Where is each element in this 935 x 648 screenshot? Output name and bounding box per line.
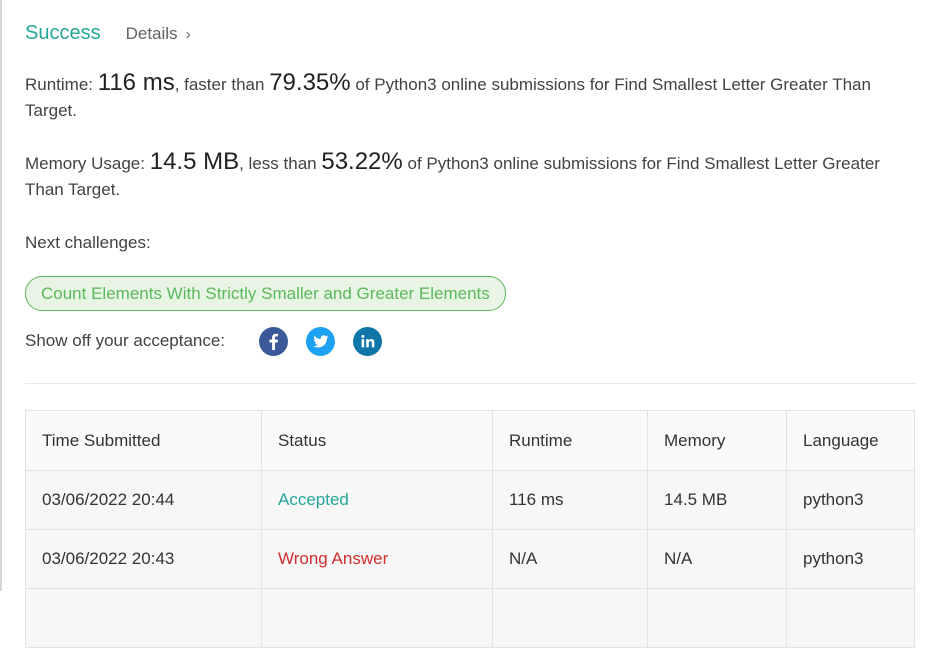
runtime-label: Runtime: (25, 75, 94, 94)
column-header-language: Language (786, 410, 915, 471)
runtime-sep: , faster than (174, 75, 265, 94)
memory-percent: 53.22% (321, 148, 403, 175)
section-divider (25, 383, 916, 384)
table-header-row: Time Submitted Status Runtime Memory Lan… (25, 410, 915, 471)
cell-memory: 14.5 MB (647, 470, 787, 530)
runtime-percent: 79.35% (269, 69, 351, 96)
column-header-memory: Memory (647, 410, 787, 471)
linkedin-icon[interactable] (353, 326, 383, 356)
status-link-wrong-answer[interactable]: Wrong Answer (278, 549, 388, 568)
result-status: Success (25, 22, 101, 44)
next-challenges-label: Next challenges: (25, 233, 151, 252)
column-header-runtime: Runtime (492, 410, 648, 471)
status-link-accepted[interactable]: Accepted (278, 490, 349, 509)
runtime-stat: Runtime: 116 ms, faster than 79.35% of P… (25, 70, 916, 124)
share-row: Show off your acceptance: (25, 326, 400, 356)
cell-time: 03/06/2022 20:43 (25, 529, 262, 589)
cell-language: python3 (786, 470, 915, 530)
left-border (0, 0, 2, 591)
details-link[interactable]: Details › (126, 24, 191, 44)
memory-sep: , less than (239, 154, 317, 173)
chevron-right-icon: › (185, 26, 191, 43)
cell-status: Wrong Answer (261, 529, 493, 589)
memory-value: 14.5 MB (149, 148, 240, 175)
cell-memory: N/A (647, 529, 787, 589)
details-label: Details (125, 24, 178, 43)
column-header-time: Time Submitted (25, 410, 262, 471)
runtime-value: 116 ms (97, 69, 175, 96)
memory-stat: Memory Usage: 14.5 MB, less than 53.22% … (25, 149, 916, 203)
cell-language: python3 (786, 529, 915, 589)
next-challenge-link[interactable]: Count Elements With Strictly Smaller and… (25, 276, 506, 311)
twitter-icon[interactable] (306, 326, 336, 356)
column-header-status: Status (261, 410, 493, 471)
cell-runtime: 116 ms (492, 470, 648, 530)
table-row: 03/06/2022 20:43 Wrong Answer N/A N/A py… (25, 529, 915, 589)
submissions-table: Time Submitted Status Runtime Memory Lan… (25, 410, 915, 648)
result-header: Success Details › (25, 22, 191, 45)
memory-label: Memory Usage: (25, 154, 145, 173)
cell-time: 03/06/2022 20:44 (25, 470, 262, 530)
table-row (25, 588, 915, 648)
cell-status: Accepted (261, 470, 493, 530)
cell-runtime: N/A (492, 529, 648, 589)
facebook-icon[interactable] (259, 326, 289, 356)
share-label: Show off your acceptance: (25, 331, 226, 350)
table-row: 03/06/2022 20:44 Accepted 116 ms 14.5 MB… (25, 470, 915, 530)
